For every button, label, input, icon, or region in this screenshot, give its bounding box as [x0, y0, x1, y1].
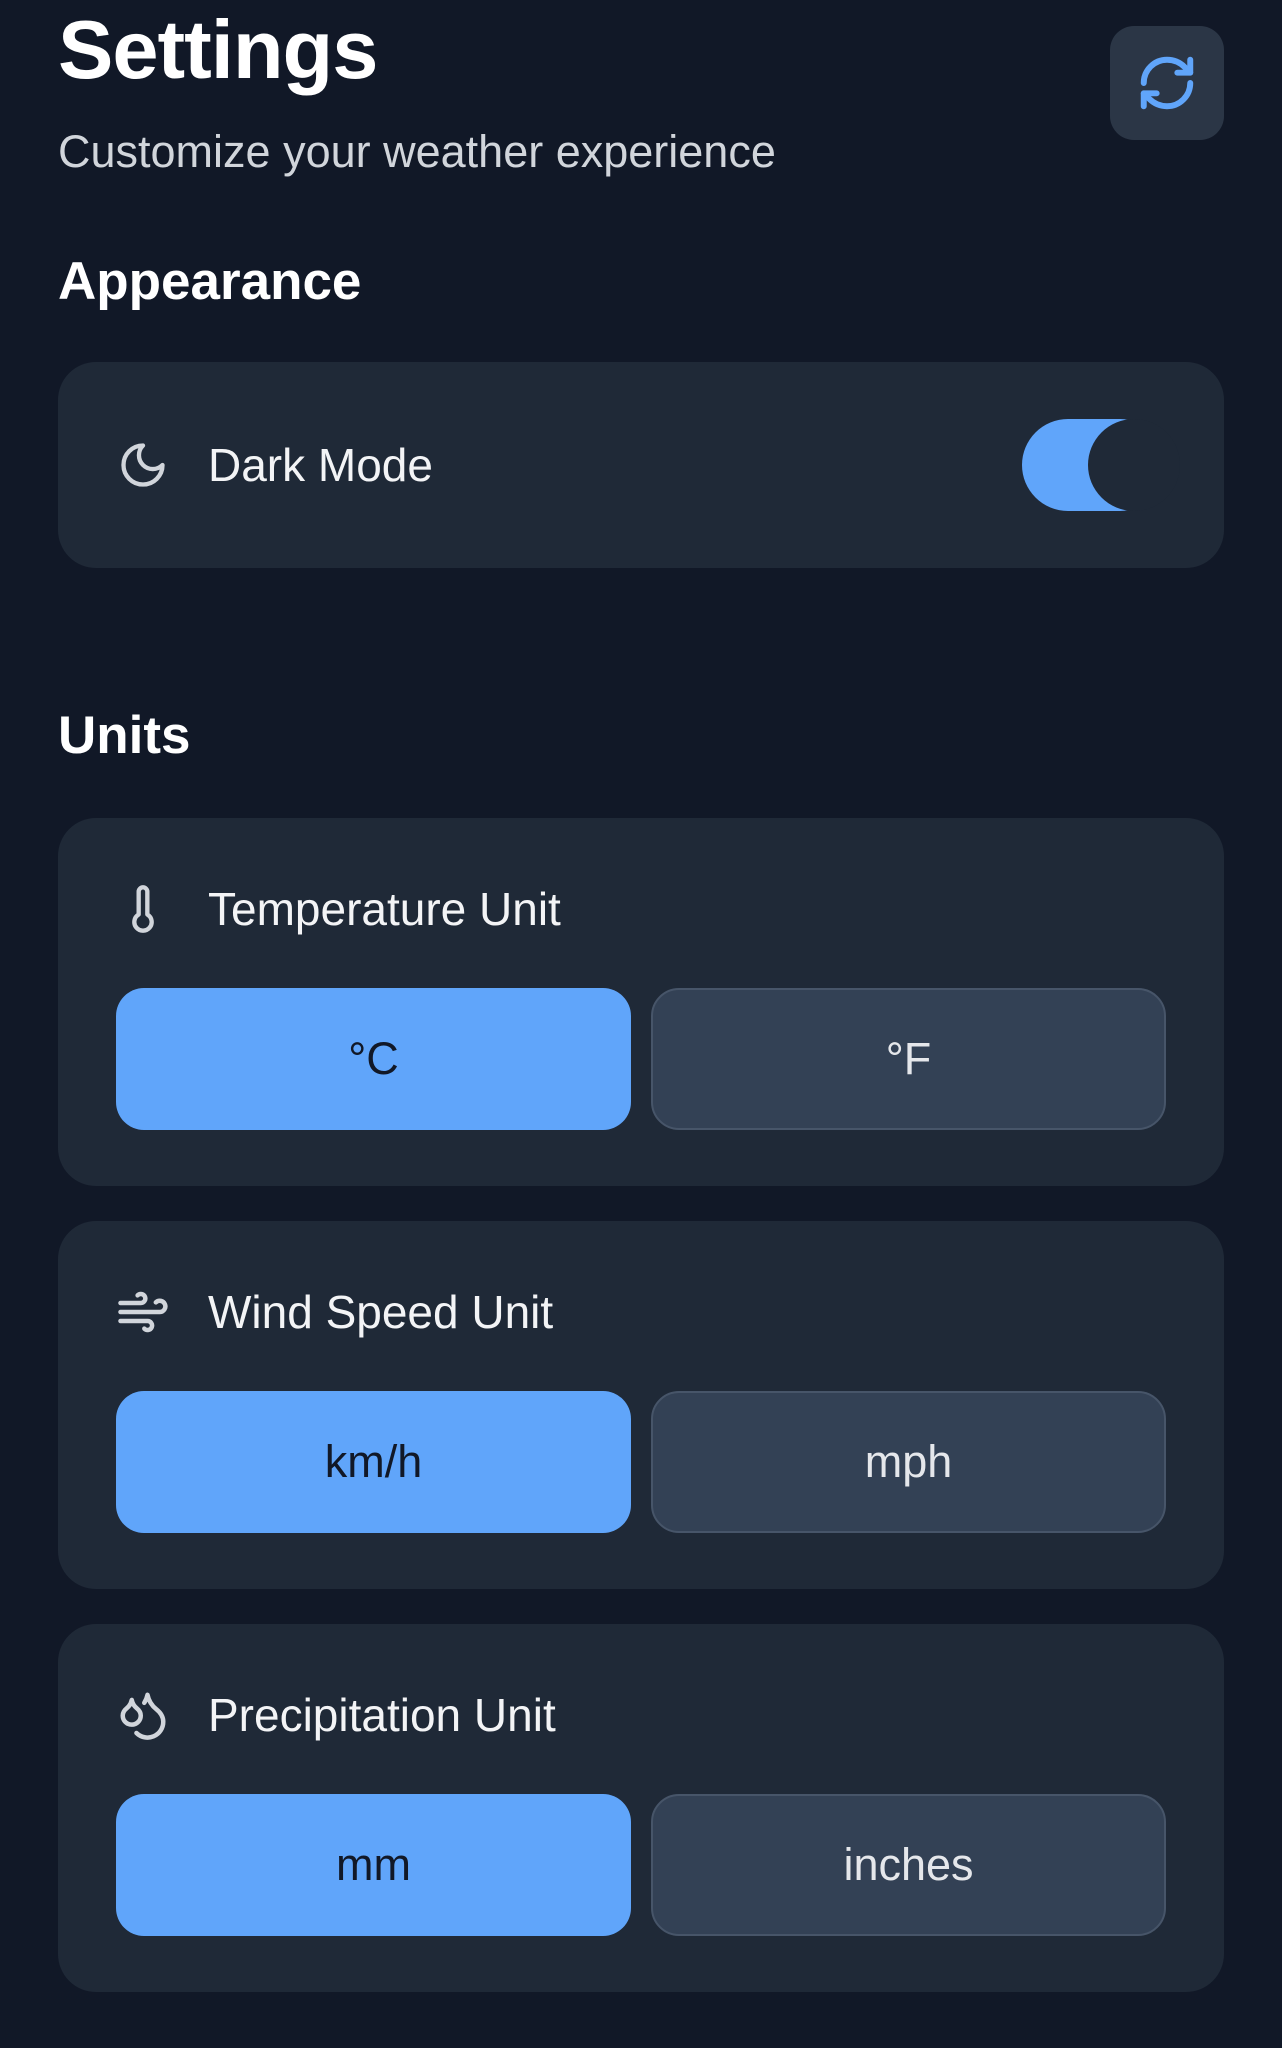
wind-speed-unit-label: Wind Speed Unit	[208, 1286, 554, 1338]
appearance-section-title: Appearance	[58, 252, 362, 311]
precipitation-unit-options: mm inches	[116, 1794, 1166, 1936]
wind-icon	[116, 1285, 170, 1339]
refresh-button[interactable]	[1110, 26, 1224, 140]
dark-mode-toggle-knob	[1088, 419, 1180, 511]
temperature-celsius-option[interactable]: °C	[116, 988, 631, 1130]
page-title: Settings	[58, 3, 378, 96]
dark-mode-label-row: Dark Mode	[116, 430, 433, 500]
droplets-icon	[116, 1688, 170, 1742]
wind-mph-option[interactable]: mph	[651, 1391, 1166, 1533]
thermometer-icon	[116, 882, 170, 936]
refresh-icon	[1140, 56, 1194, 110]
precipitation-inches-option[interactable]: inches	[651, 1794, 1166, 1936]
temperature-unit-card: Temperature Unit °C °F	[58, 818, 1224, 1186]
precipitation-unit-card: Precipitation Unit mm inches	[58, 1624, 1224, 1992]
wind-speed-unit-label-row: Wind Speed Unit	[116, 1277, 553, 1347]
dark-mode-card: Dark Mode	[58, 362, 1224, 568]
settings-page: Settings Customize your weather experien…	[0, 0, 1282, 2048]
wind-kmh-option[interactable]: km/h	[116, 1391, 631, 1533]
temperature-unit-label-row: Temperature Unit	[116, 874, 561, 944]
moon-icon	[116, 438, 170, 492]
units-section-title: Units	[58, 706, 191, 765]
page-subtitle: Customize your weather experience	[58, 126, 776, 177]
precipitation-unit-label: Precipitation Unit	[208, 1689, 556, 1741]
settings-header: Settings Customize your weather experien…	[58, 0, 1224, 240]
temperature-fahrenheit-option[interactable]: °F	[651, 988, 1166, 1130]
temperature-unit-options: °C °F	[116, 988, 1166, 1130]
dark-mode-toggle[interactable]	[1022, 419, 1180, 511]
temperature-unit-label: Temperature Unit	[208, 883, 561, 935]
precipitation-mm-option[interactable]: mm	[116, 1794, 631, 1936]
wind-speed-unit-options: km/h mph	[116, 1391, 1166, 1533]
dark-mode-label: Dark Mode	[208, 439, 433, 491]
wind-speed-unit-card: Wind Speed Unit km/h mph	[58, 1221, 1224, 1589]
precipitation-unit-label-row: Precipitation Unit	[116, 1680, 556, 1750]
